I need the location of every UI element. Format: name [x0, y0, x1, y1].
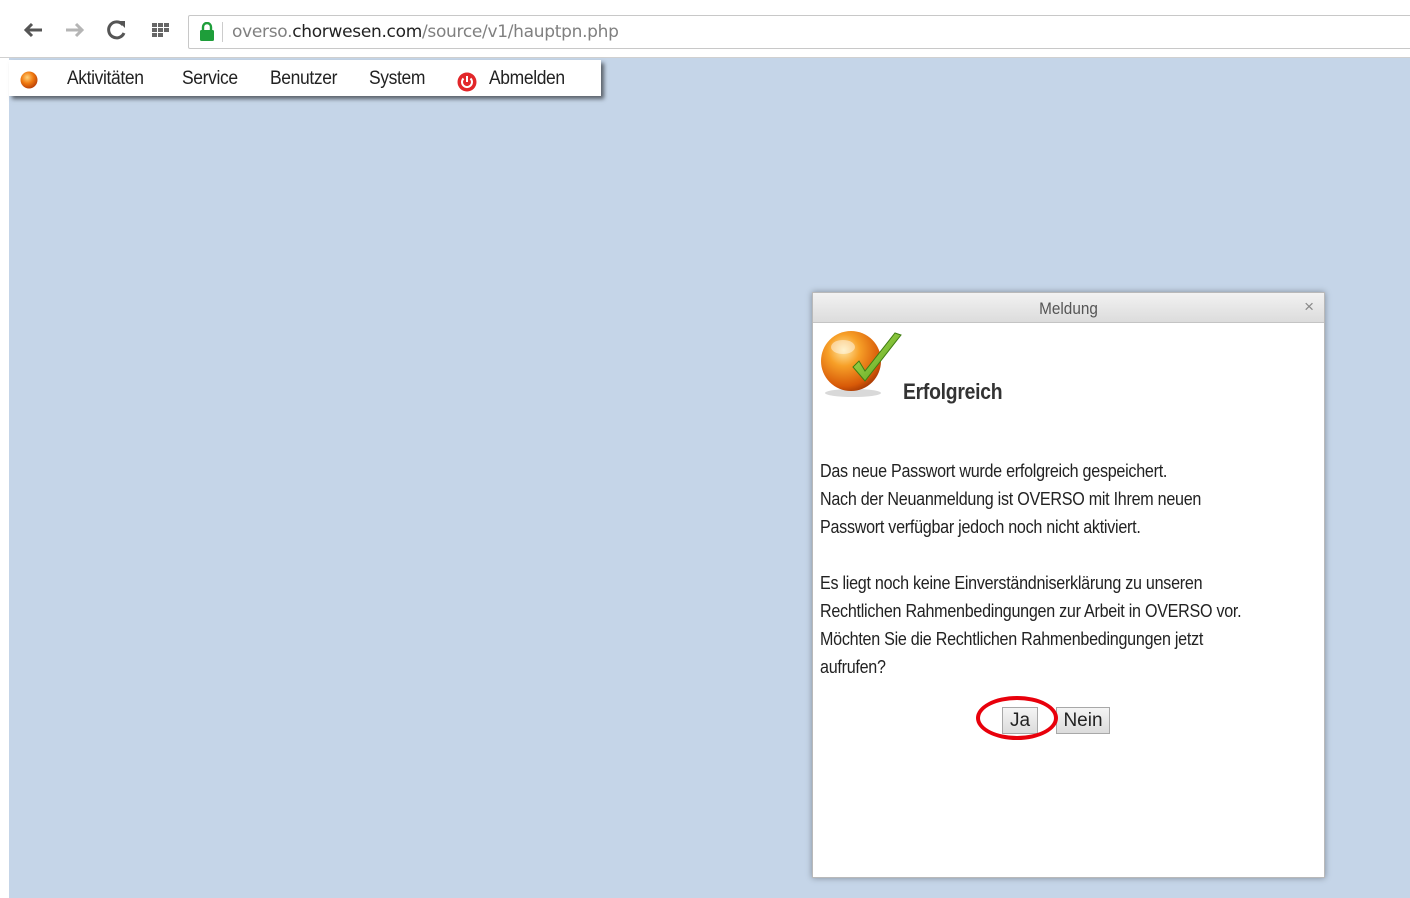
main-menu-bar: Aktivitäten Service Benutzer System Abme… [9, 60, 601, 96]
close-icon[interactable]: × [1304, 297, 1314, 317]
url-path: /source/v1/hauptpn.php [421, 22, 619, 42]
overso-logo-icon[interactable] [19, 70, 39, 95]
address-separator [222, 22, 223, 42]
menu-item-aktivitaeten[interactable]: Aktivitäten [67, 68, 144, 90]
dialog-heading: Erfolgreich [903, 379, 1003, 404]
success-check-icon [819, 331, 903, 404]
back-arrow-icon[interactable] [20, 17, 46, 43]
address-bar[interactable]: overso.chorwesen.com/source/v1/hauptpn.p… [188, 15, 1410, 49]
menu-item-benutzer[interactable]: Benutzer [270, 68, 337, 90]
apps-grid-icon[interactable] [148, 17, 174, 43]
yes-button[interactable]: Ja [1002, 707, 1038, 734]
url-text: overso.chorwesen.com/source/v1/hauptpn.p… [232, 22, 619, 42]
message-line: Das neue Passwort wurde erfolgreich gesp… [820, 460, 1168, 481]
menu-item-system[interactable]: System [369, 68, 425, 90]
url-prefix: overso. [232, 22, 293, 42]
message-line: Passwort verfügbar jedoch noch nicht akt… [820, 516, 1141, 537]
menu-item-service[interactable]: Service [182, 68, 238, 90]
no-button[interactable]: Nein [1056, 707, 1110, 734]
browser-toolbar: overso.chorwesen.com/source/v1/hauptpn.p… [0, 0, 1410, 58]
message-line: aufrufen? [820, 656, 886, 677]
app-background: Aktivitäten Service Benutzer System Abme… [9, 58, 1410, 898]
message-line: Nach der Neuanmeldung ist OVERSO mit Ihr… [820, 488, 1202, 509]
power-icon[interactable] [457, 72, 477, 97]
menu-item-abmelden[interactable]: Abmelden [489, 68, 565, 90]
url-domain: chorwesen.com [292, 22, 422, 42]
message-line: Rechtlichen Rahmenbedingungen zur Arbeit… [820, 600, 1242, 621]
lock-icon [200, 21, 214, 46]
forward-arrow-icon[interactable] [62, 17, 88, 43]
dialog-message-2: Es liegt noch keine Einverständniserklär… [820, 569, 1255, 681]
message-dialog: Meldung × Erfolgreich Das neue Passwort … [812, 292, 1325, 878]
reload-icon[interactable] [104, 17, 130, 43]
dialog-message-1: Das neue Passwort wurde erfolgreich gesp… [820, 457, 1255, 541]
message-line: Möchten Sie die Rechtlichen Rahmenbeding… [820, 628, 1204, 649]
dialog-title: Meldung [1039, 299, 1098, 318]
dialog-titlebar[interactable]: Meldung × [813, 293, 1324, 323]
message-line: Es liegt noch keine Einverständniserklär… [820, 572, 1203, 593]
